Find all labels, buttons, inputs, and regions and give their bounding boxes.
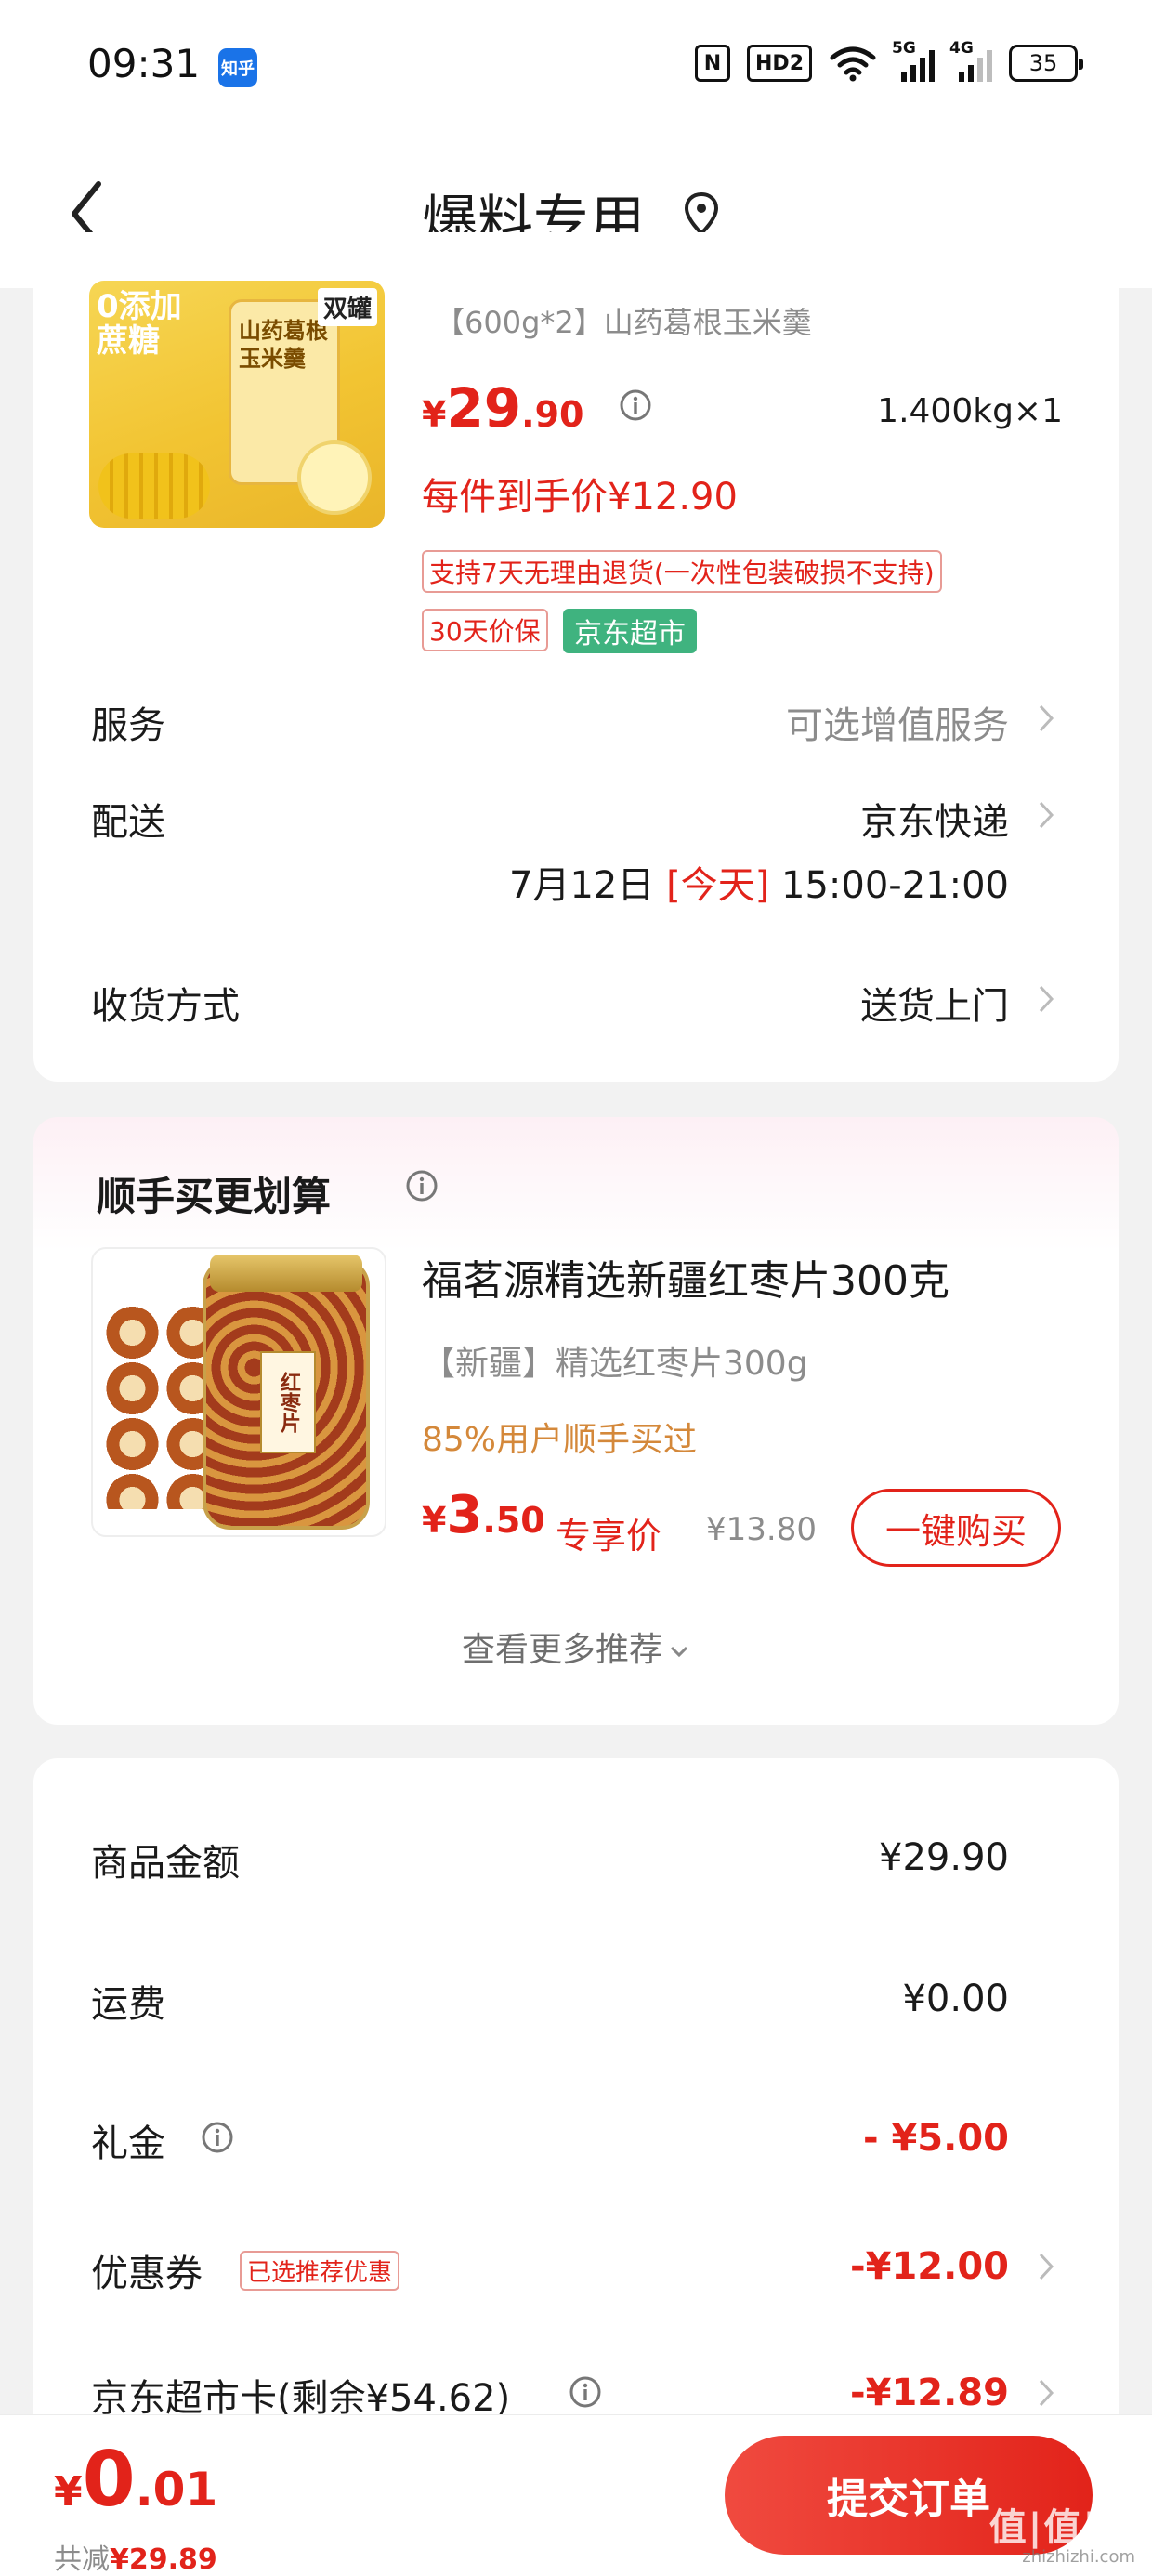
watermark: 值|值|值 <box>988 2506 1137 2549</box>
hd-icon: HD2 <box>747 45 812 82</box>
signal-4g-icon: 4G <box>949 39 992 82</box>
chevron-right-icon[interactable] <box>1037 703 1055 734</box>
store-badge: 京东超市 <box>563 609 697 653</box>
coupon-value[interactable]: -¥12.00 <box>850 2245 1009 2288</box>
recommend-product-spec: 【新疆】精选红枣片300g <box>422 1345 808 1383</box>
recommend-product-image[interactable]: 红枣片 <box>91 1247 386 1537</box>
zhihu-app-icon: 知乎 <box>218 48 257 87</box>
corn-graphic <box>98 453 210 519</box>
info-icon[interactable] <box>201 2121 234 2154</box>
original-price: ¥13.80 <box>706 1511 817 1548</box>
market-card-value[interactable]: -¥12.89 <box>850 2372 1009 2414</box>
one-click-buy-button[interactable]: 一键购买 <box>851 1489 1061 1567</box>
info-icon[interactable] <box>569 2375 602 2409</box>
total-price: ¥0.01 <box>54 2436 218 2524</box>
coupon-tag: 已选推荐优惠 <box>240 2251 400 2291</box>
info-icon[interactable] <box>405 1169 439 1203</box>
bowl-graphic <box>297 440 372 515</box>
product-price: ¥29.90 <box>422 376 584 440</box>
exclusive-price-label: 专享价 <box>556 1516 662 1557</box>
shipping-value: ¥0.00 <box>902 1978 1009 2020</box>
order-item-card: 0添加 蔗糖 山药葛根 玉米羹 双罐 【600g*2】山药葛根玉米羹 ¥29.9… <box>33 232 1119 1082</box>
recommend-card: 顺手买更划算 红枣片 福茗源精选新疆红枣片300克 【新疆】精选红枣片300g … <box>33 1117 1119 1725</box>
status-bar: 09:31 知乎 N HD2 5G 4G 35 <box>0 0 1152 139</box>
recommend-price: ¥3.50 <box>422 1485 545 1545</box>
recommend-title: 顺手买更划算 <box>97 1174 332 1219</box>
image-badge: 0添加 蔗糖 <box>97 288 182 361</box>
goods-amount-value: ¥29.90 <box>879 1836 1009 1879</box>
chevron-right-icon[interactable] <box>1037 2377 1055 2409</box>
final-price: 每件到手价¥12.90 <box>422 476 738 519</box>
product-quantity: 1.400kg×1 <box>877 392 1063 430</box>
info-icon[interactable] <box>619 388 652 422</box>
shipping-label: 运费 <box>91 1983 165 2026</box>
receive-method-label: 收货方式 <box>91 985 240 1028</box>
more-recommend-link[interactable]: 查看更多推荐 <box>33 1623 1119 1671</box>
signal-5g-icon: 5G <box>892 39 935 82</box>
chevron-down-icon <box>670 1646 688 1658</box>
recommend-product-name[interactable]: 福茗源精选新疆红枣片300克 <box>422 1247 949 1307</box>
double-jar-label: 双罐 <box>317 288 377 326</box>
chevron-right-icon[interactable] <box>1037 2251 1055 2282</box>
goods-amount-label: 商品金额 <box>91 1842 240 1885</box>
status-icons: N HD2 5G 4G 35 <box>695 39 1083 82</box>
delivery-value[interactable]: 京东快递 <box>860 792 1009 846</box>
delivery-time[interactable]: 7月12日 [今天] 15:00-21:00 <box>509 855 1009 909</box>
gift-value: - ¥5.00 <box>862 2117 1009 2160</box>
delivery-label: 配送 <box>91 801 165 844</box>
service-value[interactable]: 可选增值服务 <box>786 695 1009 749</box>
product-spec: 【600g*2】山药葛根玉米羹 <box>435 305 812 340</box>
product-image[interactable]: 0添加 蔗糖 山药葛根 玉米羹 双罐 <box>89 281 385 528</box>
chevron-right-icon[interactable] <box>1037 799 1055 831</box>
battery-icon: 35 <box>1009 45 1083 82</box>
jar-label: 红枣片 <box>260 1351 316 1453</box>
total-saved: 共减¥29.89 <box>54 2543 217 2576</box>
watermark-url: zhizhizhi.com <box>1022 2547 1135 2567</box>
bought-rate: 85%用户顺手买过 <box>422 1421 698 1459</box>
checkout-bar: ¥0.01 共减¥29.89 提交订单 值|值|值 zhizhizhi.com <box>0 2414 1152 2576</box>
nfc-icon: N <box>695 45 731 82</box>
status-time: 09:31 <box>87 41 201 86</box>
gift-label: 礼金 <box>91 2123 165 2165</box>
wifi-icon <box>830 46 876 82</box>
chevron-right-icon[interactable] <box>1037 983 1055 1015</box>
coupon-label: 优惠券 <box>91 2253 203 2295</box>
receive-method-value[interactable]: 送货上门 <box>860 976 1009 1030</box>
return-policy-tag: 支持7天无理由退货(一次性包装破损不支持) <box>422 550 942 593</box>
service-label: 服务 <box>91 704 165 747</box>
price-protect-tag: 30天价保 <box>422 609 548 651</box>
